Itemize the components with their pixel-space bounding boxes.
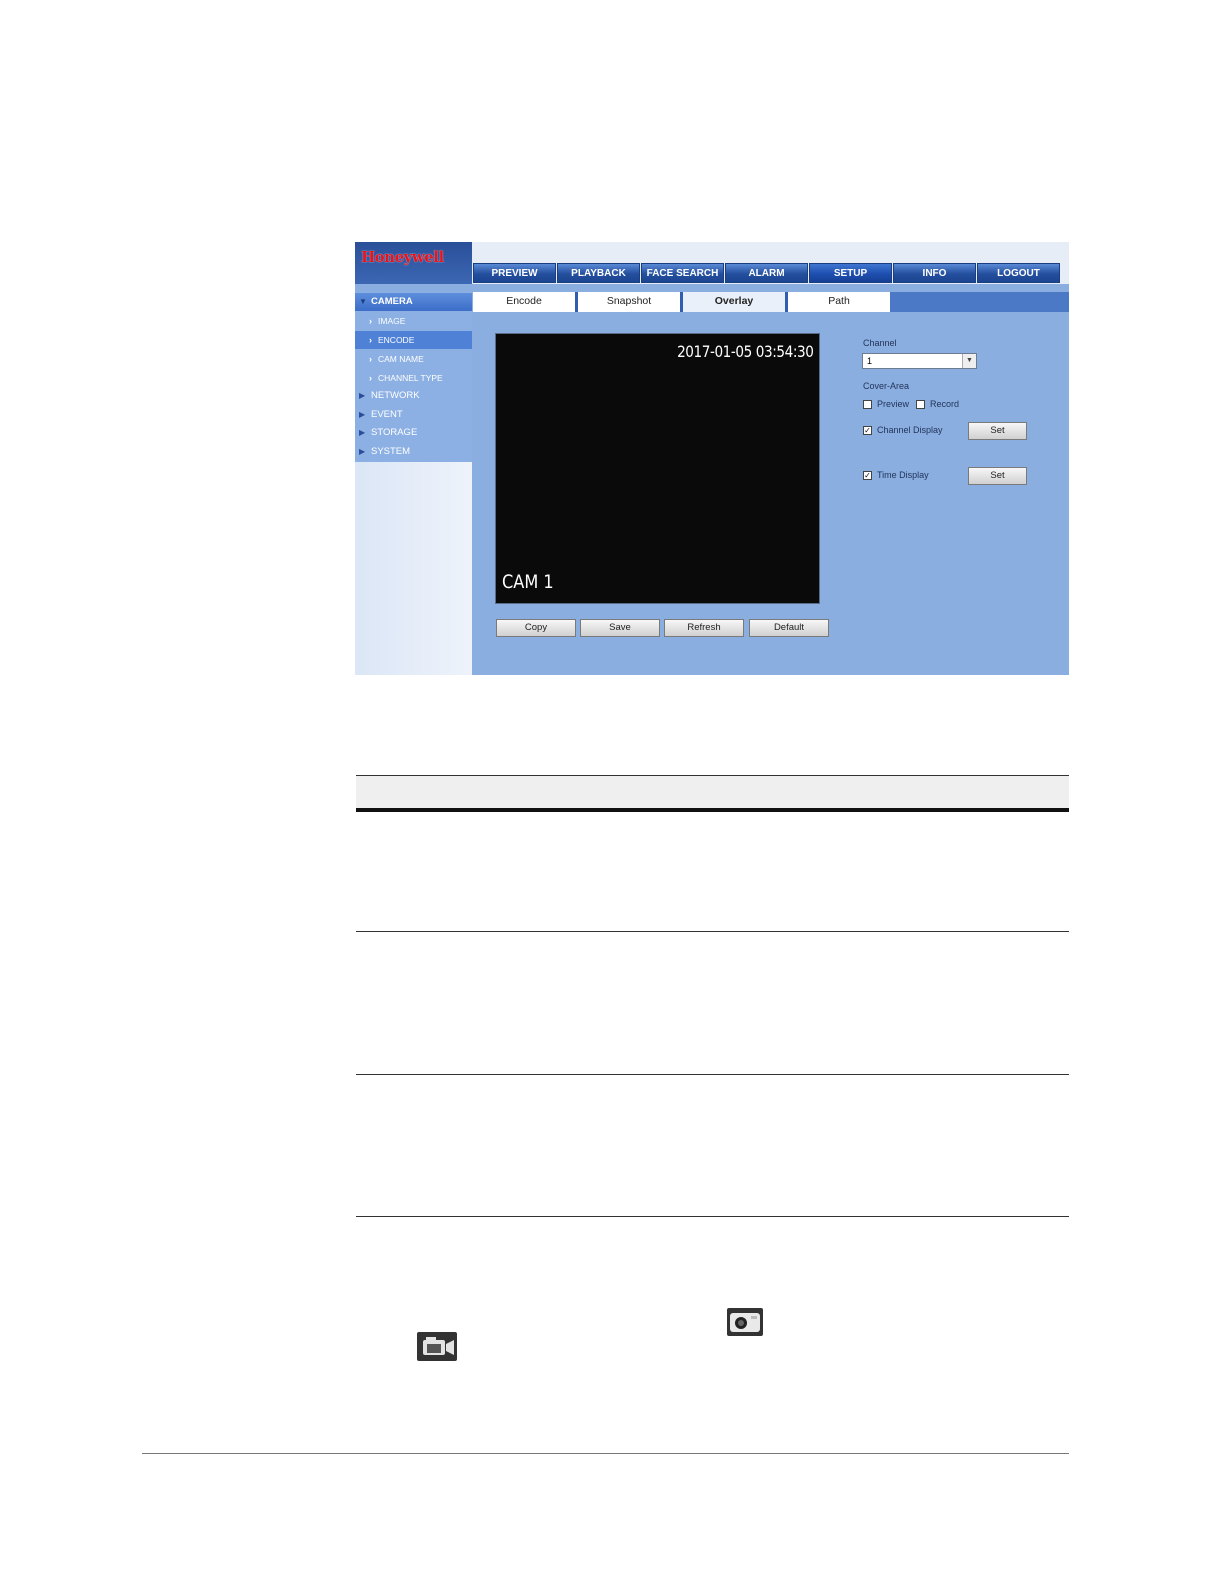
cover-area-label: Cover-Area bbox=[863, 381, 910, 391]
sidebar-item-camera[interactable]: ▼ CAMERA bbox=[355, 293, 472, 311]
footer-rule bbox=[142, 1453, 1069, 1454]
caret-right-icon: ▶ bbox=[359, 410, 366, 419]
dvr-setup-window: Honeywell PREVIEW PLAYBACK FACE SEARCH A… bbox=[355, 242, 1069, 675]
table-row-divider bbox=[356, 1074, 1069, 1075]
logo-area: Honeywell bbox=[355, 242, 472, 284]
tab-path[interactable]: Path bbox=[788, 292, 890, 312]
channel-select[interactable]: 1 ▼ bbox=[862, 353, 977, 369]
sidebar-item-label: CAM NAME bbox=[378, 354, 424, 364]
channel-display-set-button[interactable]: Set bbox=[968, 422, 1027, 440]
caret-right-icon: ▶ bbox=[359, 391, 366, 400]
tab-encode[interactable]: Encode bbox=[473, 292, 575, 312]
nav-info[interactable]: INFO bbox=[893, 263, 976, 283]
preview-label: Preview bbox=[877, 399, 910, 409]
default-button[interactable]: Default bbox=[749, 619, 829, 637]
sidebar-item-cam-name[interactable]: › CAM NAME bbox=[355, 350, 472, 368]
sidebar-item-label: NETWORK bbox=[371, 390, 420, 401]
channel-label: Channel bbox=[863, 338, 897, 348]
sidebar-item-image[interactable]: › IMAGE bbox=[355, 312, 472, 330]
camera-name-overlay[interactable]: CAM 1 bbox=[502, 571, 554, 593]
main-nav: PREVIEW PLAYBACK FACE SEARCH ALARM SETUP… bbox=[473, 263, 1060, 283]
preview-checkbox[interactable] bbox=[863, 400, 872, 409]
tab-snapshot[interactable]: Snapshot bbox=[578, 292, 680, 312]
sidebar-item-network[interactable]: ▶ NETWORK bbox=[355, 387, 472, 405]
sidebar-item-encode[interactable]: › ENCODE bbox=[355, 331, 472, 349]
copy-button[interactable]: Copy bbox=[496, 619, 576, 637]
sidebar-item-label: CAMERA bbox=[371, 296, 413, 307]
caret-right-icon: ▶ bbox=[359, 428, 366, 437]
chevron-down-icon: ▼ bbox=[962, 354, 976, 368]
table-header-row bbox=[356, 775, 1069, 809]
tab-bar: Encode Snapshot Overlay Path bbox=[473, 292, 1069, 312]
time-display-label: Time Display bbox=[877, 470, 929, 480]
honeywell-logo: Honeywell bbox=[361, 248, 444, 266]
sidebar-item-label: SYSTEM bbox=[371, 446, 411, 457]
sidebar-item-label: CHANNEL TYPE bbox=[378, 373, 443, 383]
timestamp-overlay[interactable]: 2017-01-05 03:54:30 bbox=[677, 342, 814, 361]
channel-select-value: 1 bbox=[867, 356, 873, 366]
time-display-checkbox[interactable]: ✓ bbox=[863, 471, 872, 480]
refresh-button[interactable]: Refresh bbox=[664, 619, 744, 637]
video-camera-icon bbox=[417, 1332, 457, 1361]
sidebar-item-storage[interactable]: ▶ STORAGE bbox=[355, 424, 472, 442]
table-header-rule bbox=[356, 808, 1069, 812]
nav-setup[interactable]: SETUP bbox=[809, 263, 892, 283]
nav-playback[interactable]: PLAYBACK bbox=[557, 263, 640, 283]
chevron-right-icon: › bbox=[369, 373, 372, 383]
save-button[interactable]: Save bbox=[580, 619, 660, 637]
sidebar-item-label: ENCODE bbox=[378, 335, 415, 345]
nav-logout[interactable]: LOGOUT bbox=[977, 263, 1060, 283]
sidebar-item-label: EVENT bbox=[371, 409, 403, 420]
time-display-set-button[interactable]: Set bbox=[968, 467, 1027, 485]
sidebar: ▼ CAMERA › IMAGE › ENCODE › CAM NAME › C… bbox=[355, 292, 472, 675]
nav-alarm[interactable]: ALARM bbox=[725, 263, 808, 283]
sidebar-item-channel-type[interactable]: › CHANNEL TYPE bbox=[355, 369, 472, 387]
caret-down-icon: ▼ bbox=[359, 297, 367, 306]
nav-face-search[interactable]: FACE SEARCH bbox=[641, 263, 724, 283]
channel-display-checkbox[interactable]: ✓ bbox=[863, 426, 872, 435]
nav-preview[interactable]: PREVIEW bbox=[473, 263, 556, 283]
video-preview[interactable]: 2017-01-05 03:54:30 CAM 1 bbox=[495, 333, 820, 604]
record-checkbox[interactable] bbox=[916, 400, 925, 409]
table-row-divider bbox=[356, 931, 1069, 932]
chevron-right-icon: › bbox=[369, 335, 372, 345]
sidebar-item-label: STORAGE bbox=[371, 427, 418, 438]
record-label: Record bbox=[930, 399, 960, 409]
sidebar-item-label: IMAGE bbox=[378, 316, 406, 326]
sidebar-item-event[interactable]: ▶ EVENT bbox=[355, 406, 472, 424]
sidebar-item-system[interactable]: ▶ SYSTEM bbox=[355, 443, 472, 461]
channel-display-label: Channel Display bbox=[877, 425, 943, 435]
tab-overlay[interactable]: Overlay bbox=[683, 292, 785, 312]
caret-right-icon: ▶ bbox=[359, 447, 366, 456]
table-row-divider bbox=[356, 1216, 1069, 1217]
snapshot-icon bbox=[727, 1308, 763, 1336]
chevron-right-icon: › bbox=[369, 316, 372, 326]
chevron-right-icon: › bbox=[369, 354, 372, 364]
